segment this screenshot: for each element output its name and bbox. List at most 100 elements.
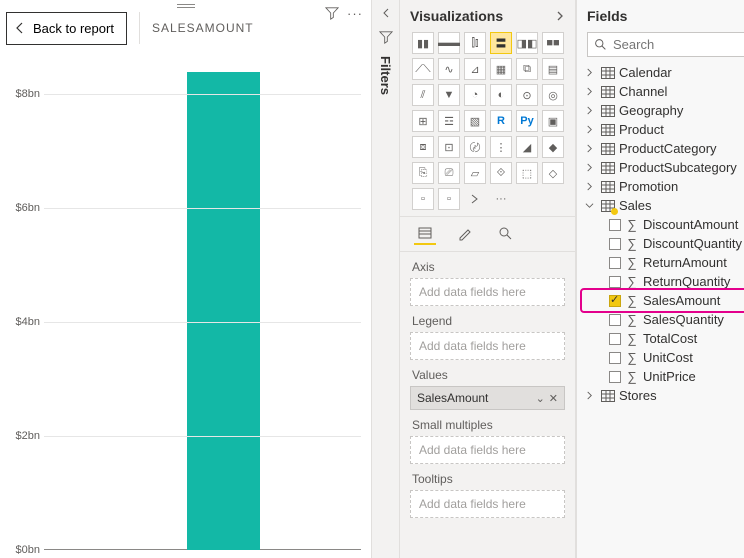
- field-item[interactable]: ∑DiscountQuantity: [583, 234, 744, 253]
- field-checkbox[interactable]: [609, 238, 621, 250]
- field-checkbox[interactable]: [609, 314, 621, 326]
- viz-type-icon[interactable]: 〓: [490, 32, 512, 54]
- viz-type-icon[interactable]: ■■: [542, 32, 564, 54]
- fields-search-input[interactable]: [613, 37, 744, 52]
- viz-type-icon[interactable]: ⧈: [412, 136, 434, 158]
- viz-type-icon[interactable]: ◇: [542, 162, 564, 184]
- viz-type-icon[interactable]: ▧: [464, 110, 486, 132]
- viz-type-icon[interactable]: Py: [516, 110, 538, 132]
- well-item-values[interactable]: SalesAmount ⌄ ✕: [410, 386, 565, 410]
- back-to-report-button[interactable]: Back to report: [6, 12, 127, 45]
- viz-type-icon[interactable]: ⟐: [490, 162, 512, 184]
- viz-type-icon[interactable]: ⊞: [412, 110, 434, 132]
- viz-type-icon[interactable]: ⬚: [516, 162, 538, 184]
- field-item[interactable]: ∑UnitPrice: [583, 367, 744, 386]
- viz-type-icon[interactable]: ▤: [542, 58, 564, 80]
- viz-type-icon[interactable]: ⎘: [412, 162, 434, 184]
- expand-caret-icon[interactable]: [585, 391, 597, 400]
- remove-field-icon[interactable]: ✕: [549, 392, 558, 405]
- viz-type-icon[interactable]: ▫: [412, 188, 434, 210]
- viz-nav-icon[interactable]: [464, 188, 486, 210]
- field-checkbox[interactable]: [609, 371, 621, 383]
- well-drop-small-multiples[interactable]: Add data fields here: [410, 436, 565, 464]
- viz-type-icon[interactable]: ◨◧: [516, 32, 538, 54]
- fields-pane: Fields CalendarChannelGeographyProductPr…: [576, 0, 744, 558]
- viz-type-icon[interactable]: ◎: [542, 84, 564, 106]
- table-node[interactable]: Sales: [583, 196, 744, 215]
- collapse-pane-icon[interactable]: [555, 11, 565, 21]
- table-node[interactable]: Product: [583, 120, 744, 139]
- viz-more-icon[interactable]: ···: [490, 188, 512, 210]
- well-drop-legend[interactable]: Add data fields here: [410, 332, 565, 360]
- viz-type-icon[interactable]: ▱: [464, 162, 486, 184]
- analytics-tab[interactable]: [494, 223, 516, 245]
- field-item[interactable]: ∑DiscountAmount: [583, 215, 744, 234]
- expand-caret-icon[interactable]: [585, 182, 597, 191]
- drag-grip-icon[interactable]: [177, 4, 195, 8]
- field-checkbox[interactable]: [609, 333, 621, 345]
- field-item[interactable]: ∑TotalCost: [583, 329, 744, 348]
- table-node[interactable]: ProductSubcategory: [583, 158, 744, 177]
- viz-type-icon[interactable]: ⫿⫾: [464, 32, 486, 54]
- well-drop-axis[interactable]: Add data fields here: [410, 278, 565, 306]
- viz-type-icon[interactable]: ⊿: [464, 58, 486, 80]
- viz-type-icon[interactable]: ⊡: [438, 136, 460, 158]
- viz-type-icon[interactable]: ⋮: [490, 136, 512, 158]
- table-node[interactable]: Channel: [583, 82, 744, 101]
- expand-caret-icon[interactable]: [585, 106, 597, 115]
- viz-type-icon[interactable]: ▣: [542, 110, 564, 132]
- viz-type-icon[interactable]: ◔: [464, 84, 486, 106]
- viz-type-icon[interactable]: ▬▬: [438, 32, 460, 54]
- viz-type-icon[interactable]: 〄: [464, 136, 486, 158]
- chevron-left-icon[interactable]: [381, 8, 391, 18]
- viz-type-icon[interactable]: ◢: [516, 136, 538, 158]
- chevron-down-icon[interactable]: ⌄: [536, 392, 545, 405]
- table-node[interactable]: Geography: [583, 101, 744, 120]
- field-checkbox[interactable]: [609, 257, 621, 269]
- expand-caret-icon[interactable]: [585, 68, 597, 77]
- format-tab[interactable]: [454, 223, 476, 245]
- field-item[interactable]: ∑ReturnQuantity: [583, 272, 744, 291]
- chart-bar[interactable]: [187, 72, 260, 550]
- expand-caret-icon[interactable]: [585, 201, 597, 210]
- viz-type-icon[interactable]: ∿: [438, 58, 460, 80]
- viz-type-icon[interactable]: ⧉: [516, 58, 538, 80]
- field-checkbox[interactable]: [609, 219, 621, 231]
- more-options-icon[interactable]: ···: [347, 6, 363, 21]
- viz-type-icon[interactable]: ▮▮: [412, 32, 434, 54]
- viz-type-icon[interactable]: ▼: [438, 84, 460, 106]
- filter-icon[interactable]: [325, 6, 339, 21]
- viz-type-icon[interactable]: ◆: [542, 136, 564, 158]
- well-drop-tooltips[interactable]: Add data fields here: [410, 490, 565, 518]
- fields-search[interactable]: [587, 32, 744, 57]
- table-node[interactable]: ProductCategory: [583, 139, 744, 158]
- field-item[interactable]: ∑SalesAmount: [583, 291, 744, 310]
- expand-caret-icon[interactable]: [585, 125, 597, 134]
- field-item[interactable]: ∑ReturnAmount: [583, 253, 744, 272]
- viz-type-icon[interactable]: ⟋⟍: [412, 58, 434, 80]
- table-icon: [601, 66, 615, 80]
- expand-caret-icon[interactable]: [585, 163, 597, 172]
- viz-type-icon[interactable]: R: [490, 110, 512, 132]
- viz-type-icon[interactable]: ☲: [438, 110, 460, 132]
- viz-type-icon[interactable]: ◐: [490, 84, 512, 106]
- field-checkbox[interactable]: [609, 276, 621, 288]
- field-checkbox[interactable]: [609, 295, 621, 307]
- table-node[interactable]: Calendar: [583, 63, 744, 82]
- well-label-legend: Legend: [410, 306, 565, 332]
- y-axis-tick-label: $8bn: [4, 88, 40, 100]
- filters-rail[interactable]: Filters: [372, 0, 400, 558]
- table-node[interactable]: Promotion: [583, 177, 744, 196]
- fields-tab[interactable]: [414, 223, 436, 245]
- expand-caret-icon[interactable]: [585, 87, 597, 96]
- viz-type-icon[interactable]: ⫽: [412, 84, 434, 106]
- viz-type-icon[interactable]: ⊙: [516, 84, 538, 106]
- field-item[interactable]: ∑UnitCost: [583, 348, 744, 367]
- table-node[interactable]: Stores: [583, 386, 744, 405]
- field-checkbox[interactable]: [609, 352, 621, 364]
- viz-type-icon[interactable]: ▦: [490, 58, 512, 80]
- expand-caret-icon[interactable]: [585, 144, 597, 153]
- viz-type-icon[interactable]: ▫: [438, 188, 460, 210]
- viz-type-icon[interactable]: ⎚: [438, 162, 460, 184]
- field-item[interactable]: ∑SalesQuantity: [583, 310, 744, 329]
